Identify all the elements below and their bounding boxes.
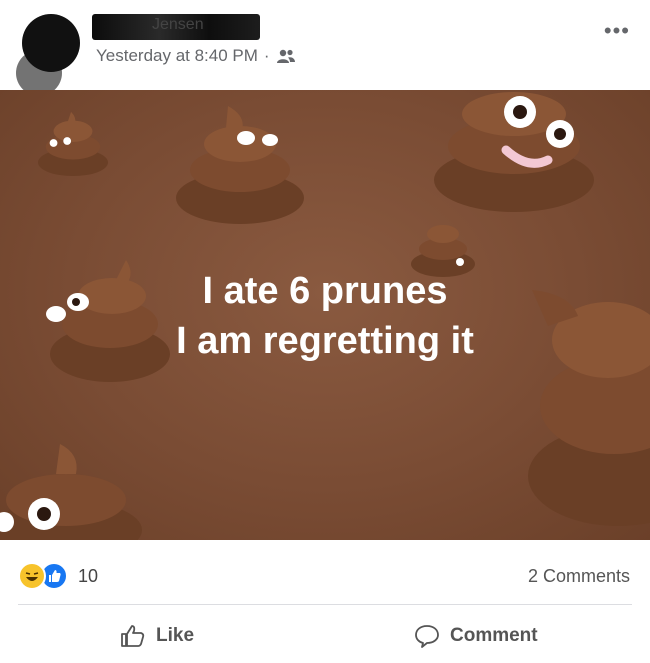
avatar[interactable] bbox=[22, 14, 80, 72]
comment-button[interactable]: Comment bbox=[414, 624, 538, 648]
haha-icon[interactable] bbox=[18, 562, 46, 590]
author-name-redacted[interactable]: Jensen bbox=[92, 14, 260, 40]
divider bbox=[18, 604, 632, 605]
reaction-icons[interactable] bbox=[18, 562, 68, 590]
poop-emoji-icon bbox=[37, 111, 109, 177]
more-options-icon[interactable]: ••• bbox=[604, 20, 630, 42]
comments-count[interactable]: 2 Comments bbox=[528, 566, 630, 587]
poop-emoji-icon bbox=[434, 92, 594, 212]
post-text-line1: I ate 6 prunes bbox=[202, 270, 448, 312]
reaction-count[interactable]: 10 bbox=[78, 566, 98, 587]
post-image[interactable]: I ate 6 prunes I am regretting it bbox=[0, 90, 650, 540]
post-meta: Yesterday at 8:40 PM · bbox=[96, 46, 296, 66]
poop-emoji-icon bbox=[176, 106, 304, 224]
meta-separator: · bbox=[263, 46, 270, 65]
post-text: I ate 6 prunes I am regretting it bbox=[0, 266, 650, 366]
reactions-bar: 10 2 Comments bbox=[0, 552, 650, 596]
post-text-line2: I am regretting it bbox=[176, 320, 474, 362]
like-button[interactable]: Like bbox=[120, 624, 194, 648]
like-label: Like bbox=[156, 625, 195, 646]
poop-emoji-icon bbox=[0, 444, 142, 540]
comment-label: Comment bbox=[450, 625, 538, 646]
author-name[interactable]: Jensen bbox=[152, 16, 204, 34]
timestamp[interactable]: Yesterday at 8:40 PM bbox=[96, 46, 258, 66]
comment-icon bbox=[415, 625, 439, 648]
post-actions: Like Comment bbox=[0, 612, 650, 660]
friends-icon[interactable] bbox=[276, 48, 296, 64]
post-header: Jensen Yesterday at 8:40 PM · ••• bbox=[0, 0, 650, 90]
thumbs-up-icon bbox=[121, 625, 145, 647]
